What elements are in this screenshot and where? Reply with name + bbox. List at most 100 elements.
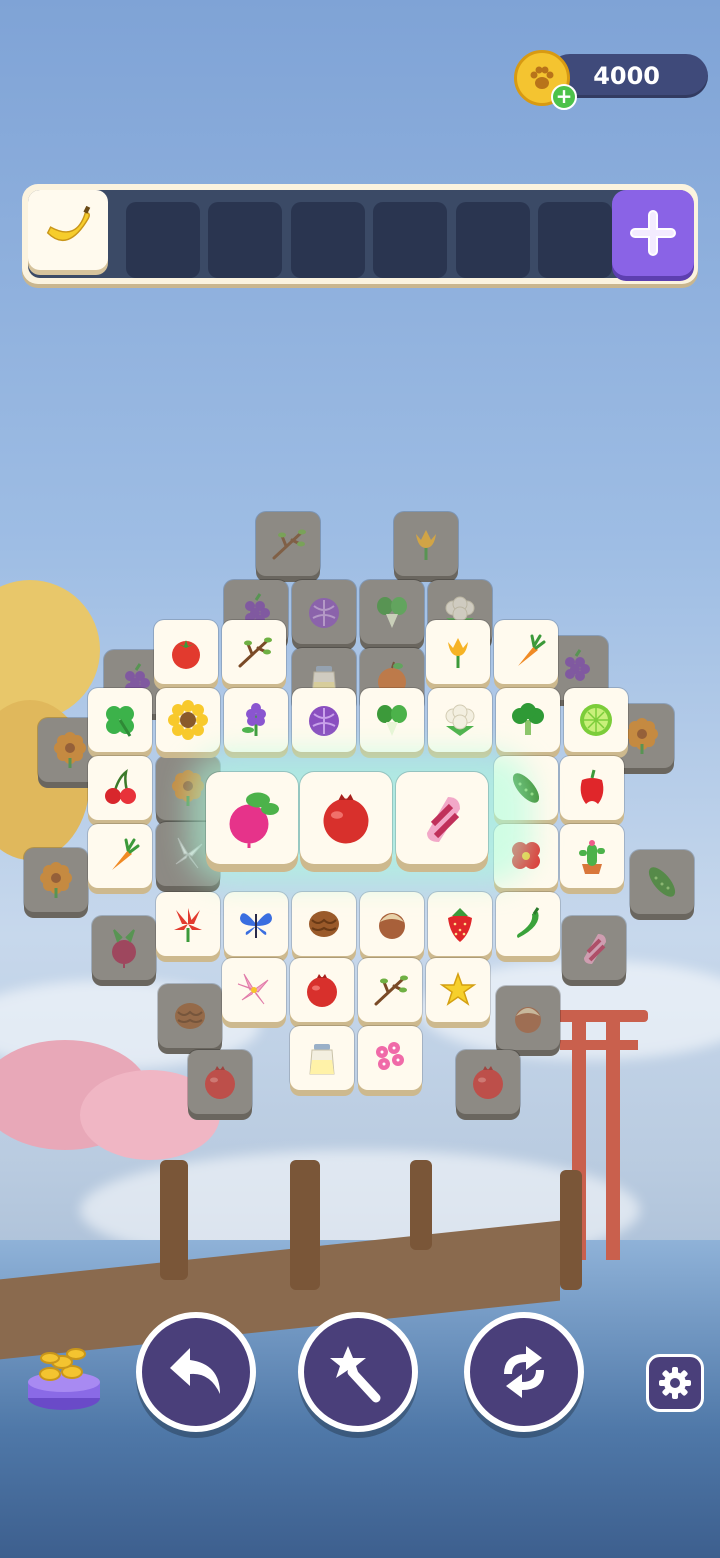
pomegranate-icon bbox=[468, 1062, 508, 1102]
tile-chili[interactable] bbox=[496, 892, 560, 956]
tile-twig[interactable] bbox=[256, 512, 320, 576]
settings-button[interactable] bbox=[646, 1354, 704, 1412]
starfruit-icon bbox=[438, 970, 478, 1010]
lavender-icon bbox=[236, 700, 276, 740]
tile-cabbage[interactable] bbox=[292, 688, 356, 752]
tile-broccoli[interactable] bbox=[496, 688, 560, 752]
match-tray bbox=[22, 184, 698, 284]
shuffle-icon bbox=[504, 1346, 544, 1398]
tile-pink-lily[interactable] bbox=[222, 958, 286, 1022]
tray-slots bbox=[28, 190, 692, 278]
tile-walnut[interactable] bbox=[292, 892, 356, 956]
add-slot-button[interactable] bbox=[612, 190, 694, 276]
magic-wand-button[interactable] bbox=[298, 1312, 418, 1432]
undo-arrow-icon bbox=[170, 1348, 220, 1394]
undo-button[interactable] bbox=[136, 1312, 256, 1432]
tile-strawberry[interactable] bbox=[428, 892, 492, 956]
tile-pomegranate-matched bbox=[300, 772, 392, 864]
tile-cucumber[interactable] bbox=[630, 850, 694, 914]
twig-icon bbox=[268, 524, 308, 564]
cactus-icon bbox=[572, 836, 612, 876]
torii-gate bbox=[606, 1010, 620, 1260]
pomegranate-icon bbox=[200, 1062, 240, 1102]
tile-cactus[interactable] bbox=[560, 824, 624, 888]
tile-cherry[interactable] bbox=[88, 756, 152, 820]
clover-icon bbox=[100, 700, 140, 740]
candy-icon bbox=[412, 788, 472, 848]
add-coins-button[interactable]: + bbox=[551, 84, 577, 110]
tile-tomato[interactable] bbox=[154, 620, 218, 684]
twig-icon bbox=[234, 632, 274, 672]
gear-icon bbox=[659, 1367, 691, 1399]
bok-choy-icon bbox=[372, 700, 412, 740]
cabbage-icon bbox=[304, 700, 344, 740]
walnut-icon bbox=[304, 904, 344, 944]
tray-tile-banana bbox=[28, 190, 108, 270]
tile-carrot[interactable] bbox=[494, 620, 558, 684]
tile-tulip[interactable] bbox=[394, 512, 458, 576]
tile-butterfly[interactable] bbox=[224, 892, 288, 956]
banana-icon bbox=[39, 201, 97, 259]
tile-pomegranate[interactable] bbox=[188, 1050, 252, 1114]
walnut-icon bbox=[170, 996, 210, 1036]
tile-lime[interactable] bbox=[564, 688, 628, 752]
tile-bok-choy[interactable] bbox=[360, 688, 424, 752]
tile-walnut[interactable] bbox=[158, 984, 222, 1048]
marigold-icon bbox=[36, 860, 76, 900]
tile-pomegranate[interactable] bbox=[456, 1050, 520, 1114]
milk-bottle-icon bbox=[302, 1038, 342, 1078]
tile-lily[interactable] bbox=[156, 892, 220, 956]
marigold-icon bbox=[50, 730, 90, 770]
tile-tulip[interactable] bbox=[426, 620, 490, 684]
candy-icon bbox=[574, 928, 614, 968]
tile-hazelnut[interactable] bbox=[496, 986, 560, 1050]
tile-starfruit[interactable] bbox=[426, 958, 490, 1022]
marigold-icon bbox=[622, 716, 662, 756]
tile-marigold[interactable] bbox=[24, 848, 88, 912]
sunflower-icon bbox=[168, 700, 208, 740]
tile-carrot[interactable] bbox=[88, 824, 152, 888]
bok-choy-icon bbox=[372, 592, 412, 632]
tree-foliage bbox=[0, 580, 100, 720]
tile-lavender[interactable] bbox=[224, 688, 288, 752]
grapes-icon bbox=[556, 648, 596, 688]
tile-sunflower[interactable] bbox=[156, 688, 220, 752]
dock-post bbox=[160, 1160, 188, 1280]
tomato-icon bbox=[166, 632, 206, 672]
tile-clover[interactable] bbox=[88, 688, 152, 752]
tray-slot bbox=[373, 202, 447, 278]
tulip-icon bbox=[438, 632, 478, 672]
pepper-icon bbox=[572, 768, 612, 808]
tile-cauliflower[interactable] bbox=[428, 688, 492, 752]
chili-icon bbox=[508, 904, 548, 944]
butterfly-icon bbox=[236, 904, 276, 944]
tile-twig[interactable] bbox=[222, 620, 286, 684]
tile-twig[interactable] bbox=[358, 958, 422, 1022]
tile-cabbage[interactable] bbox=[292, 580, 356, 644]
tile-bok-choy[interactable] bbox=[360, 580, 424, 644]
plus-icon bbox=[630, 210, 676, 256]
hazelnut-icon bbox=[508, 998, 548, 1038]
cabbage-icon bbox=[304, 592, 344, 632]
tile-milk-bottle[interactable] bbox=[290, 1026, 354, 1090]
shuffle-button[interactable] bbox=[464, 1312, 584, 1432]
beet-icon bbox=[104, 928, 144, 968]
broccoli-icon bbox=[508, 700, 548, 740]
pomegranate-icon bbox=[302, 970, 342, 1010]
tile-hazelnut[interactable] bbox=[360, 892, 424, 956]
cauliflower-icon bbox=[440, 700, 480, 740]
cherry-icon bbox=[100, 768, 140, 808]
coin-pot-icon bbox=[28, 1348, 100, 1410]
dock-post bbox=[560, 1170, 582, 1290]
tray-slot bbox=[126, 202, 200, 278]
coin-pot-button[interactable] bbox=[26, 1340, 102, 1412]
tile-candy[interactable] bbox=[562, 916, 626, 980]
tray-slot bbox=[208, 202, 282, 278]
tile-pomegranate[interactable] bbox=[290, 958, 354, 1022]
tile-pepper[interactable] bbox=[560, 756, 624, 820]
dock-post bbox=[290, 1160, 320, 1290]
tile-bougainvillea[interactable] bbox=[358, 1026, 422, 1090]
pink-lily-icon bbox=[234, 970, 274, 1010]
tile-beet[interactable] bbox=[92, 916, 156, 980]
dock-post bbox=[410, 1160, 432, 1250]
